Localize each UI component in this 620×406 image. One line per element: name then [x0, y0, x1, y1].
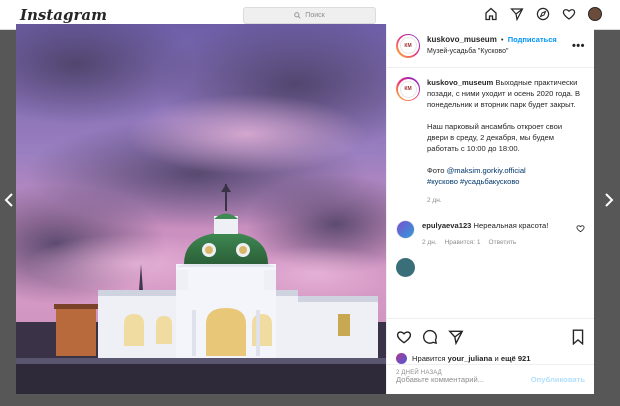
heart-icon[interactable] — [562, 7, 576, 21]
search-input[interactable]: Поиск — [243, 7, 376, 24]
chevron-right-icon — [605, 193, 614, 207]
likes-summary: Нравится your_juliana и ещё 921 — [396, 353, 585, 364]
comment-likes[interactable]: Нравится: 1 — [445, 237, 481, 248]
caption: КМ kuskovo_museum Выходные практически п… — [396, 77, 585, 206]
header-text: kuskovo_museum • Подписаться Музей-усадь… — [427, 34, 565, 57]
next-post-arrow[interactable] — [604, 193, 616, 209]
likes-count[interactable]: ещё 921 — [501, 354, 531, 363]
photo-credit-link[interactable]: @maksim.gorkiy.official — [447, 166, 526, 175]
caption-username[interactable]: kuskovo_museum — [427, 78, 493, 87]
comment-time: 2 дн. — [422, 239, 437, 246]
action-icons — [396, 329, 585, 345]
comment-meta: 2 дн. Нравится: 1 Ответить — [422, 237, 569, 248]
post-header: КМ kuskovo_museum • Подписаться Музей-ус… — [387, 24, 594, 68]
separator-dot: • — [501, 37, 504, 44]
commenter-avatar[interactable] — [396, 220, 415, 239]
previous-post-arrow[interactable] — [4, 193, 16, 209]
grotto-pavilion-photo — [16, 24, 386, 394]
comment-item: epulyaeva123 Нереальная красота! 2 дн. Н… — [396, 220, 585, 248]
comment-body: epulyaeva123 Нереальная красота! 2 дн. Н… — [422, 220, 569, 248]
post-photo[interactable] — [16, 24, 386, 394]
comment-input[interactable]: Добавьте комментарий... — [396, 375, 484, 384]
likes-prefix: Нравится — [412, 354, 446, 363]
search-icon — [294, 12, 301, 19]
liker-avatar[interactable] — [396, 353, 407, 364]
add-comment-bar: Добавьте комментарий... Опубликовать — [387, 364, 594, 394]
instagram-logo[interactable]: Instagram — [20, 6, 107, 24]
likes-and: и — [494, 354, 499, 363]
partial-commenter-avatar[interactable] — [396, 258, 415, 277]
publish-button[interactable]: Опубликовать — [531, 375, 585, 384]
liker-username[interactable]: your_juliana — [448, 354, 493, 363]
commenter-username[interactable]: epulyaeva123 — [422, 221, 471, 230]
share-icon[interactable] — [448, 329, 464, 345]
explore-icon[interactable] — [536, 7, 550, 21]
bookmark-icon[interactable] — [571, 329, 585, 345]
profile-avatar[interactable] — [588, 7, 602, 21]
comments-list[interactable]: КМ kuskovo_museum Выходные практически п… — [387, 68, 594, 318]
nav-icons — [484, 7, 602, 21]
caption-story-ring[interactable]: КМ — [396, 77, 420, 101]
direct-icon[interactable] — [510, 7, 524, 21]
caption-body: kuskovo_museum Выходные практически поза… — [427, 77, 585, 206]
more-options-button[interactable]: ••• — [572, 40, 585, 52]
comment-item-partial — [396, 258, 585, 277]
account-avatar: КМ — [399, 37, 417, 54]
post-location[interactable]: Музей-усадьба "Кусково" — [427, 46, 565, 57]
follow-button[interactable]: Подписаться — [508, 35, 557, 44]
comment-icon[interactable] — [422, 329, 438, 345]
story-ring[interactable]: КМ — [396, 33, 420, 58]
author-username[interactable]: kuskovo_museum — [427, 35, 497, 44]
reply-button[interactable]: Ответить — [489, 237, 517, 248]
caption-text-2: Наш парковый ансамбль откроет свои двери… — [427, 122, 563, 153]
photo-prefix: Фото — [427, 166, 445, 175]
home-icon[interactable] — [484, 7, 498, 21]
post-sidebar: КМ kuskovo_museum • Подписаться Музей-ус… — [386, 24, 594, 394]
hashtags-link[interactable]: #кусково #усадьбакусково — [427, 177, 520, 186]
like-icon[interactable] — [396, 329, 412, 345]
caption-avatar: КМ — [399, 80, 417, 98]
caption-time: 2 дн. — [427, 197, 442, 204]
comment-like-icon[interactable] — [576, 224, 585, 233]
chevron-left-icon — [4, 193, 13, 207]
search-placeholder: Поиск — [305, 12, 325, 19]
comment-text: Нереальная красота! — [473, 221, 549, 230]
post-modal: КМ kuskovo_museum • Подписаться Музей-ус… — [16, 24, 594, 394]
